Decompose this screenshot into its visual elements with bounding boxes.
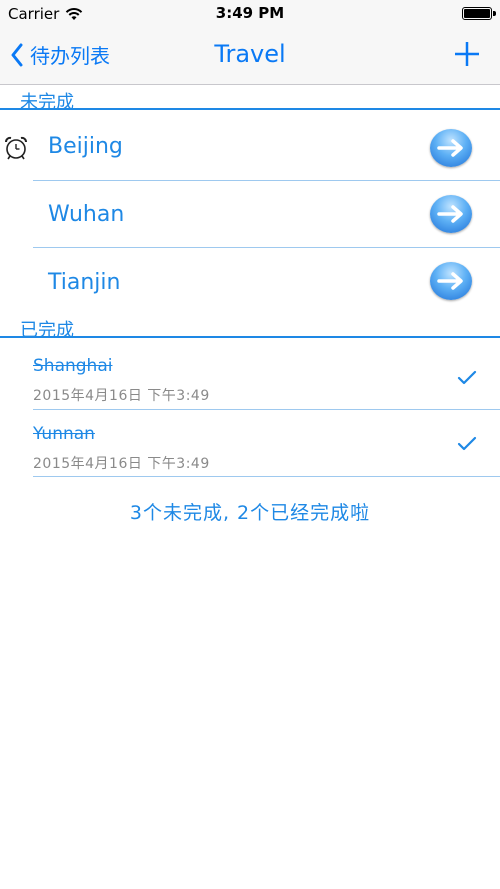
list-item[interactable]: Shanghai 2015年4月16日 下午3:49 xyxy=(0,340,500,409)
arrow-right-icon[interactable] xyxy=(430,129,472,167)
arrow-right-icon[interactable] xyxy=(430,195,472,233)
section-divider xyxy=(0,336,500,338)
list-item[interactable]: Tianjin xyxy=(0,248,500,316)
checkmark-icon xyxy=(457,370,477,385)
list-item[interactable]: Yunnan 2015年4月16日 下午3:49 xyxy=(0,410,500,476)
page-title: Travel xyxy=(214,40,286,68)
item-title: Beijing xyxy=(48,134,123,159)
arrow-right-icon[interactable] xyxy=(430,262,472,300)
battery-icon xyxy=(462,7,496,20)
item-title: Shanghai xyxy=(33,356,113,376)
item-title: Yunnan xyxy=(33,424,95,444)
item-date: 2015年4月16日 下午3:49 xyxy=(33,388,210,404)
summary-text: 3个未完成, 2个已经完成啦 xyxy=(129,502,371,524)
list-item[interactable]: Beijing xyxy=(0,112,500,180)
row-separator xyxy=(33,476,500,477)
list-item[interactable]: Wuhan xyxy=(0,181,500,247)
item-date: 2015年4月16日 下午3:49 xyxy=(33,456,210,472)
plus-icon[interactable] xyxy=(452,36,482,72)
navigation-bar: 待办列表 Travel xyxy=(0,28,500,85)
item-title: Tianjin xyxy=(48,270,121,295)
section-divider xyxy=(0,108,500,110)
status-bar: Carrier 3:49 PM xyxy=(0,0,500,28)
item-title: Wuhan xyxy=(48,202,125,227)
pending-section-header: 未完成 xyxy=(20,92,74,113)
done-section-header: 已完成 xyxy=(20,320,74,341)
clock: 3:49 PM xyxy=(215,4,285,22)
checkmark-icon xyxy=(457,436,477,451)
